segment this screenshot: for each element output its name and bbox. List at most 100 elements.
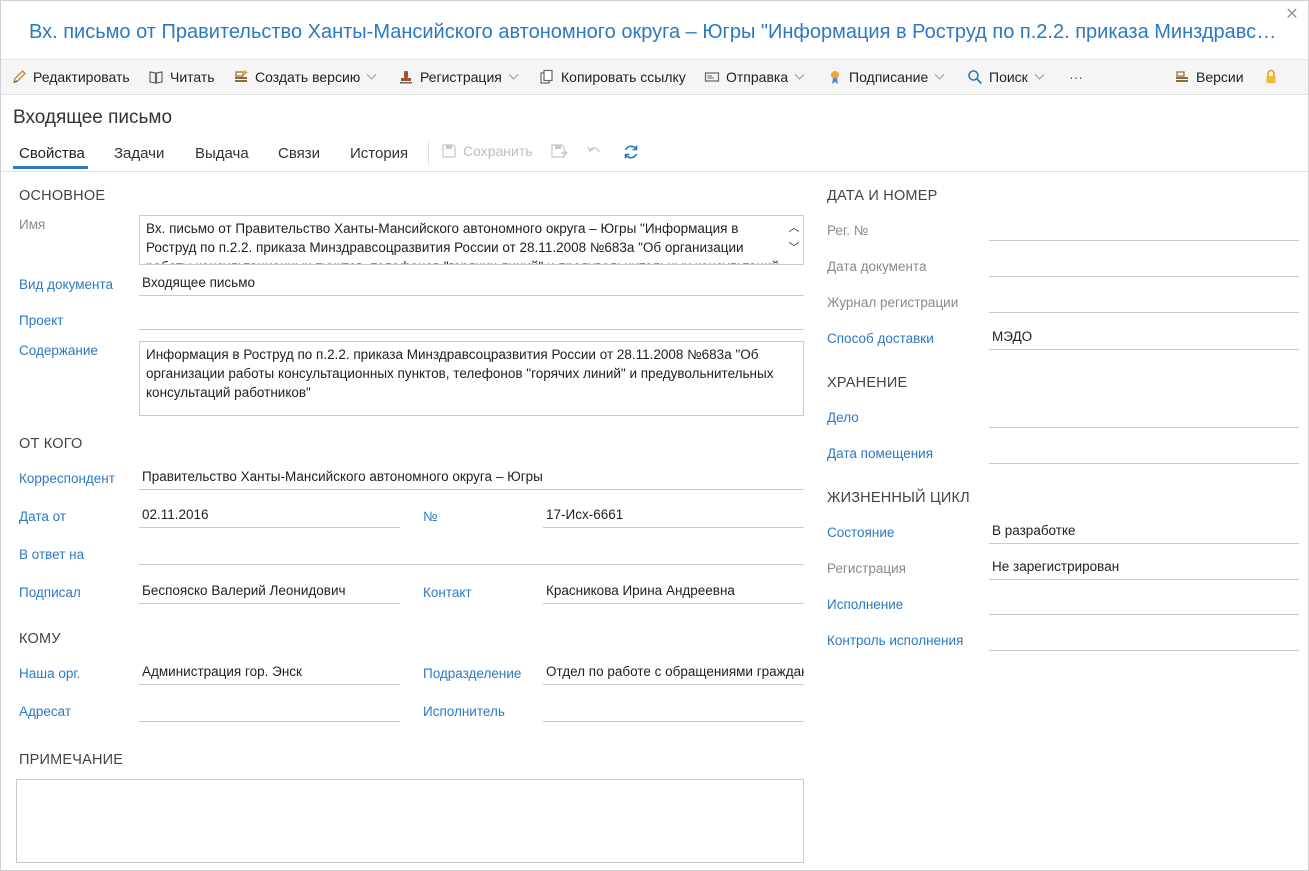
doc-kind-field[interactable]: Входящее письмо xyxy=(139,272,804,296)
read-button[interactable]: Читать xyxy=(148,60,215,94)
execution-control-label[interactable]: Контроль исполнения xyxy=(827,633,963,648)
tab-history[interactable]: История xyxy=(350,145,408,162)
refresh-button[interactable] xyxy=(622,143,640,161)
content-field[interactable]: Информация в Роструд по п.2.2. приказа М… xyxy=(139,341,804,416)
close-icon[interactable]: ✕ xyxy=(1284,7,1300,23)
addressee-label[interactable]: Адресат xyxy=(19,704,71,719)
signed-by-field[interactable]: Беспояско Валерий Леонидович xyxy=(139,580,400,604)
number-label[interactable]: № xyxy=(423,509,437,524)
undo-button[interactable] xyxy=(586,143,602,159)
window-title: Вх. письмо от Правительство Ханты-Мансий… xyxy=(29,21,1279,43)
send-button[interactable]: Отправка xyxy=(704,60,805,94)
save-button[interactable]: Сохранить xyxy=(441,143,533,159)
registration-state-field[interactable]: Не зарегистрирован xyxy=(989,556,1299,580)
department-label[interactable]: Подразделение xyxy=(423,666,521,681)
section-to-title: КОМУ xyxy=(19,631,61,647)
name-label: Имя xyxy=(19,217,46,232)
journal-label: Журнал регистрации xyxy=(827,295,959,310)
contact-field[interactable]: Красникова Ирина Андреевна xyxy=(543,580,804,604)
active-tab-indicator xyxy=(13,166,88,169)
edit-button[interactable]: Редактировать xyxy=(11,60,130,94)
content-label[interactable]: Содержание xyxy=(19,343,98,358)
search-icon xyxy=(968,70,983,85)
our-org-label[interactable]: Наша орг. xyxy=(19,666,80,681)
chevron-down-icon xyxy=(508,69,519,80)
search-button[interactable]: Поиск xyxy=(967,60,1045,94)
save-icon xyxy=(442,144,456,158)
correspondent-field[interactable]: Правительство Ханты-Мансийского автономн… xyxy=(139,466,804,490)
book-icon xyxy=(149,71,163,84)
tab-divider xyxy=(428,141,429,165)
case-label[interactable]: Дело xyxy=(827,410,859,425)
chevron-down-icon xyxy=(366,69,377,80)
executor-label[interactable]: Исполнитель xyxy=(423,704,505,719)
name-field[interactable]: Вх. письмо от Правительство Ханты-Мансий… xyxy=(139,215,804,265)
versions-label: Версии xyxy=(1196,69,1244,85)
section-main-title: ОСНОВНОЕ xyxy=(19,188,106,204)
reg-no-field[interactable] xyxy=(989,217,1299,241)
tab-tasks[interactable]: Задачи xyxy=(114,145,164,162)
delivery-field[interactable]: МЭДО xyxy=(989,326,1299,350)
tab-bar: Свойства Задачи Выдача Связи История Сох… xyxy=(1,139,1308,172)
doc-date-field[interactable] xyxy=(989,253,1299,277)
send-label: Отправка xyxy=(726,69,789,85)
seal-icon xyxy=(831,71,839,84)
project-field[interactable] xyxy=(139,306,804,330)
note-field[interactable] xyxy=(16,779,804,863)
registration-state-label: Регистрация xyxy=(827,561,906,576)
sign-label: Подписание xyxy=(849,69,929,85)
execution-label[interactable]: Исполнение xyxy=(827,597,903,612)
lock-icon xyxy=(1266,69,1276,83)
contact-label[interactable]: Контакт xyxy=(423,585,472,600)
copy-link-label: Копировать ссылку xyxy=(561,69,686,85)
doc-date-label: Дата документа xyxy=(827,259,927,274)
name-value: Вх. письмо от Правительство Ханты-Мансий… xyxy=(146,221,779,264)
our-org-field[interactable]: Администрация гор. Энск xyxy=(139,661,400,685)
state-label[interactable]: Состояние xyxy=(827,525,894,540)
section-date-number-title: ДАТА И НОМЕР xyxy=(827,188,938,204)
delivery-label[interactable]: Способ доставки xyxy=(827,331,934,346)
reply-to-label[interactable]: В ответ на xyxy=(19,547,84,562)
read-label: Читать xyxy=(170,69,215,85)
state-field[interactable]: В разработке xyxy=(989,520,1299,544)
signed-by-label[interactable]: Подписал xyxy=(19,585,81,600)
sign-button[interactable]: Подписание xyxy=(827,60,945,94)
date-from-label[interactable]: Дата от xyxy=(19,509,66,524)
doc-kind-label[interactable]: Вид документа xyxy=(19,277,113,292)
reply-to-field[interactable] xyxy=(139,541,804,565)
copy-link-button[interactable]: Копировать ссылку xyxy=(539,60,686,94)
more-button[interactable]: ··· xyxy=(1069,60,1083,94)
versions-button[interactable]: Версии xyxy=(1174,60,1244,94)
section-note-title: ПРИМЕЧАНИЕ xyxy=(19,752,124,768)
chevron-down-icon[interactable]: ﹀ xyxy=(787,238,801,258)
tab-links[interactable]: Связи xyxy=(278,145,320,162)
case-field[interactable] xyxy=(989,404,1299,428)
lock-button[interactable] xyxy=(1263,60,1285,94)
placed-date-field[interactable] xyxy=(989,440,1299,464)
project-label[interactable]: Проект xyxy=(19,313,63,328)
section-storage-title: ХРАНЕНИЕ xyxy=(827,375,908,391)
document-card-window: Вх. письмо от Правительство Ханты-Мансий… xyxy=(0,0,1309,871)
save-and-close-button[interactable] xyxy=(550,143,568,159)
tab-issue[interactable]: Выдача xyxy=(195,145,249,162)
stamp-icon xyxy=(400,71,412,84)
document-type-heading: Входящее письмо xyxy=(13,107,173,128)
execution-field[interactable] xyxy=(989,591,1299,615)
number-field[interactable]: 17-Исх-6661 xyxy=(543,504,804,528)
execution-control-field[interactable] xyxy=(989,627,1299,651)
create-version-label: Создать версию xyxy=(255,69,361,85)
addressee-field[interactable] xyxy=(139,698,400,722)
envelope-icon xyxy=(704,72,720,82)
journal-field[interactable] xyxy=(989,289,1299,313)
name-scrollbar[interactable]: ︿ ﹀ xyxy=(787,218,801,258)
create-version-button[interactable]: Создать версию xyxy=(233,60,377,94)
chevron-down-icon xyxy=(1034,69,1045,80)
department-field[interactable]: Отдел по работе с обращениями граждан xyxy=(543,661,804,685)
executor-field[interactable] xyxy=(543,698,804,722)
chevron-up-icon[interactable]: ︿ xyxy=(787,218,801,238)
tab-properties[interactable]: Свойства xyxy=(19,145,85,162)
placed-date-label[interactable]: Дата помещения xyxy=(827,446,933,461)
correspondent-label[interactable]: Корреспондент xyxy=(19,471,115,486)
date-from-field[interactable]: 02.11.2016 xyxy=(139,504,400,528)
registration-button[interactable]: Регистрация xyxy=(398,60,519,94)
